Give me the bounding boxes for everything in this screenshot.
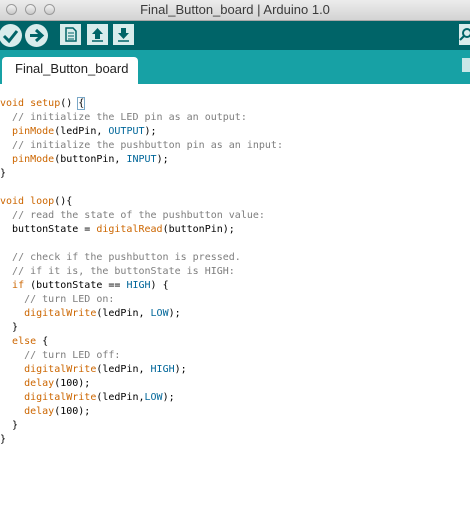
new-file-icon	[65, 27, 77, 42]
open-button[interactable]	[87, 24, 108, 45]
code-line: // if it is, the buttonState is HIGH:	[12, 266, 235, 277]
code-line: pinMode(ledPin, OUTPUT);	[12, 126, 157, 137]
tab-bar: Final_Button_board	[0, 50, 470, 84]
code-line: }	[0, 168, 7, 179]
title-bar: Final_Button_board | Arduino 1.0	[0, 0, 470, 21]
tab-final-button-board[interactable]: Final_Button_board	[2, 57, 138, 84]
code-editor[interactable]: void setup() { // initialize the LED pin…	[0, 84, 470, 515]
code-line: // check if the pushbutton is pressed.	[12, 252, 241, 263]
arrow-right-icon	[30, 28, 45, 43]
code-line: void loop(){	[0, 196, 73, 207]
code-line: }	[0, 420, 19, 431]
checkmark-icon	[2, 30, 19, 44]
download-arrow-icon	[118, 28, 129, 42]
code-line: pinMode(buttonPin, INPUT);	[12, 154, 169, 165]
code-line: }	[0, 434, 7, 445]
window-title: Final_Button_board | Arduino 1.0	[140, 2, 330, 17]
search-icon	[459, 28, 470, 41]
code-line: // initialize the LED pin as an output:	[12, 112, 247, 123]
code-line: digitalWrite(ledPin, LOW);	[24, 308, 181, 319]
tab-menu-arrow-icon[interactable]	[462, 58, 470, 72]
code-line: delay(100);	[24, 406, 91, 417]
code-line: void setup() {	[0, 97, 86, 110]
code-line: // turn LED off:	[24, 350, 121, 361]
upload-arrow-icon	[92, 28, 103, 42]
code-line: // initialize the pushbutton pin as an i…	[12, 140, 283, 151]
code-line: buttonState = digitalRead(buttonPin);	[0, 224, 235, 235]
code-line: digitalWrite(ledPin,LOW);	[24, 392, 175, 403]
code-line: if (buttonState == HIGH) {	[12, 280, 169, 291]
upload-button[interactable]	[25, 24, 48, 47]
code-line: }	[0, 322, 19, 333]
code-line: digitalWrite(ledPin, HIGH);	[24, 364, 187, 375]
code-line: else {	[12, 336, 49, 347]
code-line: delay(100);	[24, 378, 91, 389]
code-text[interactable]: void setup() { // initialize the LED pin…	[0, 97, 283, 447]
serial-monitor-button[interactable]	[459, 24, 470, 45]
save-button[interactable]	[113, 24, 134, 45]
code-line: // turn LED on:	[24, 294, 115, 305]
verify-button[interactable]	[0, 24, 22, 47]
new-button[interactable]	[60, 24, 81, 45]
toolbar	[0, 21, 470, 50]
code-line: // read the state of the pushbutton valu…	[12, 210, 265, 221]
